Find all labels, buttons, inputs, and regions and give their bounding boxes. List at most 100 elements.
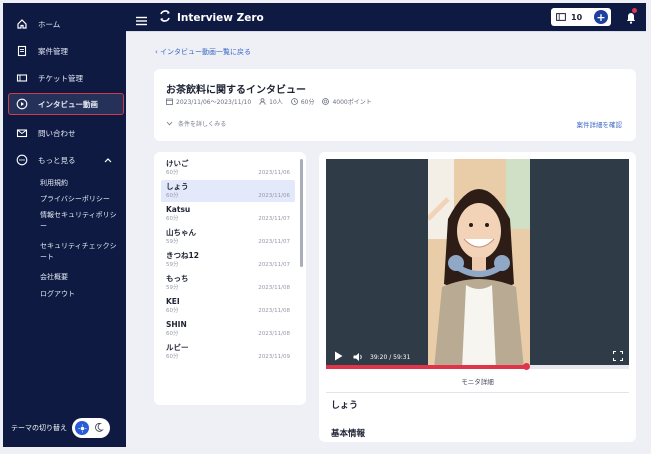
- period-meta: 2023/11/06〜2023/11/10: [166, 97, 251, 106]
- sidebar-item-contact[interactable]: 問い合わせ: [3, 122, 126, 144]
- sidebar-subitem-privacy[interactable]: プライバシーポリシー: [40, 194, 122, 205]
- list-item[interactable]: SHIN 60分 2023/11/08: [161, 318, 295, 340]
- basic-info-heading: 基本情報: [331, 429, 366, 439]
- sidebar-item-interview-videos[interactable]: インタビュー動画: [8, 93, 124, 115]
- interviewee-date: 2023/11/06: [258, 170, 290, 176]
- sidebar-subitem-security-check[interactable]: セキュリティチェックシート: [40, 241, 122, 263]
- interviewee-name: きつね12: [166, 251, 199, 260]
- list-item[interactable]: けいご 60分 2023/11/06: [161, 157, 295, 179]
- interviewee-duration: 60分: [166, 170, 179, 176]
- interviewee-duration: 59分: [166, 285, 179, 291]
- list-item[interactable]: ルビー 60分 2023/11/09: [161, 341, 295, 363]
- sidebar-item-label: インタビュー動画: [38, 99, 98, 109]
- sidebar-subitem-company[interactable]: 会社概要: [40, 272, 122, 283]
- video-progress-fill: [326, 365, 526, 369]
- interviewee-duration: 60分: [166, 308, 179, 314]
- interviewee-date: 2023/11/07: [258, 216, 290, 222]
- header-divider: [126, 31, 646, 32]
- interviewee-name: Katsu: [166, 205, 191, 214]
- interviewee-name: ルビー: [166, 343, 189, 352]
- more-icon: [15, 153, 29, 167]
- top-header: Interview Zero 10 +: [126, 3, 646, 31]
- sidebar-item-home[interactable]: ホーム: [3, 13, 126, 35]
- list-item[interactable]: きつね12 59分 2023/11/07: [161, 249, 295, 271]
- interviewee-date: 2023/11/08: [258, 285, 290, 291]
- interviewee-name: けいご: [166, 159, 189, 168]
- ticket-icon: [556, 13, 566, 21]
- sidebar-item-label: チケット管理: [38, 73, 83, 83]
- list-item[interactable]: KEI 60分 2023/11/08: [161, 295, 295, 317]
- ticket-count: 10: [571, 12, 583, 22]
- chevron-up-icon: [104, 156, 112, 165]
- interviewee-date: 2023/11/08: [258, 331, 290, 337]
- home-icon: [15, 17, 29, 31]
- play-icon[interactable]: [334, 351, 343, 363]
- moon-icon: [94, 422, 104, 435]
- interviewee-date: 2023/11/06: [258, 193, 290, 199]
- list-scrollbar[interactable]: [300, 159, 303, 267]
- interviewee-duration: 59分: [166, 239, 179, 245]
- theme-switch-label: テーマの切り替え: [11, 424, 67, 432]
- bell-icon[interactable]: [626, 8, 637, 28]
- clock-icon: [290, 98, 298, 105]
- ticket-balance: 10 +: [551, 8, 611, 26]
- sidebar-subitem-terms[interactable]: 利用規約: [40, 178, 122, 189]
- sidebar-item-label: もっと見る: [38, 155, 76, 165]
- tab-monitor-details[interactable]: モニタ詳細: [326, 376, 629, 393]
- add-ticket-button[interactable]: +: [594, 10, 608, 24]
- interviewee-date: 2023/11/09: [258, 354, 290, 360]
- page-title: お茶飲料に関するインタビュー: [166, 85, 306, 96]
- theme-toggle[interactable]: [72, 418, 110, 438]
- sidebar-item-label: ホーム: [38, 19, 61, 29]
- interviewee-date: 2023/11/07: [258, 262, 290, 268]
- video-progress-thumb[interactable]: [522, 363, 530, 370]
- document-icon: [15, 44, 29, 58]
- person-icon: [259, 98, 266, 105]
- interviewee-name: しょう: [166, 182, 189, 191]
- video-panel: 39:20 / 59:31 モニタ詳細 しょう 基本情報: [319, 152, 636, 442]
- video-progress-bar[interactable]: [326, 363, 629, 370]
- fullscreen-icon[interactable]: [612, 350, 624, 363]
- list-item-selected[interactable]: しょう 60分 2023/11/06: [161, 180, 295, 202]
- project-detail-link[interactable]: 案件詳細を確認: [577, 119, 623, 129]
- interviewee-date: 2023/11/08: [258, 308, 290, 314]
- interviewee-name: 山ちゃん: [166, 228, 196, 237]
- volume-icon[interactable]: [353, 352, 364, 362]
- expand-label: 条件を詳しくみる: [178, 121, 227, 128]
- video-time: 39:20 / 59:31: [370, 353, 411, 361]
- points-meta: 4000ポイント: [322, 97, 372, 106]
- points-text: 4000ポイント: [332, 99, 372, 106]
- back-link-label: インタビュー動画一覧に戻る: [160, 48, 252, 56]
- video-player[interactable]: 39:20 / 59:31: [326, 159, 629, 369]
- list-item[interactable]: 山ちゃん 59分 2023/11/07: [161, 226, 295, 248]
- sidebar-subitem-infosec[interactable]: 情報セキュリティポリシー: [40, 210, 122, 232]
- calendar-icon: [166, 98, 173, 105]
- sidebar-item-more[interactable]: もっと見る: [3, 149, 126, 171]
- app-name: Interview Zero: [177, 11, 264, 24]
- project-summary-card: お茶飲料に関するインタビュー 2023/11/06〜2023/11/10 10人…: [154, 69, 636, 141]
- interviewee-name: KEI: [166, 297, 180, 306]
- ticket-icon: [15, 71, 29, 85]
- list-item[interactable]: もっち 59分 2023/11/08: [161, 272, 295, 294]
- list-item[interactable]: Katsu 60分 2023/11/07: [161, 203, 295, 225]
- chevron-down-icon: [166, 121, 173, 126]
- app-root: ホーム 案件管理 チケット管理 インタビュー動画 問い合わせ もっと見る 利用規…: [0, 0, 651, 454]
- brand[interactable]: Interview Zero: [158, 9, 264, 26]
- sidebar-item-label: 案件管理: [38, 46, 68, 56]
- coin-icon: [322, 98, 330, 105]
- people-text: 10人: [269, 99, 283, 106]
- mail-icon: [15, 126, 29, 140]
- sidebar-item-tickets[interactable]: チケット管理: [3, 67, 126, 89]
- play-circle-icon: [15, 97, 29, 111]
- back-to-list-link[interactable]: ‹ インタビュー動画一覧に戻る: [155, 47, 251, 57]
- duration-text: 60分: [300, 99, 315, 106]
- monitor-name: しょう: [331, 401, 359, 411]
- interviewee-duration: 60分: [166, 354, 179, 360]
- video-frame-image: [428, 159, 530, 369]
- sidebar-subitem-logout[interactable]: ログアウト: [40, 289, 122, 300]
- hamburger-menu-icon[interactable]: [136, 11, 147, 30]
- expand-conditions-toggle[interactable]: 条件を詳しくみる: [166, 119, 226, 128]
- sidebar-item-projects[interactable]: 案件管理: [3, 40, 126, 62]
- interviewee-duration: 60分: [166, 193, 179, 199]
- interviewee-name: SHIN: [166, 320, 187, 329]
